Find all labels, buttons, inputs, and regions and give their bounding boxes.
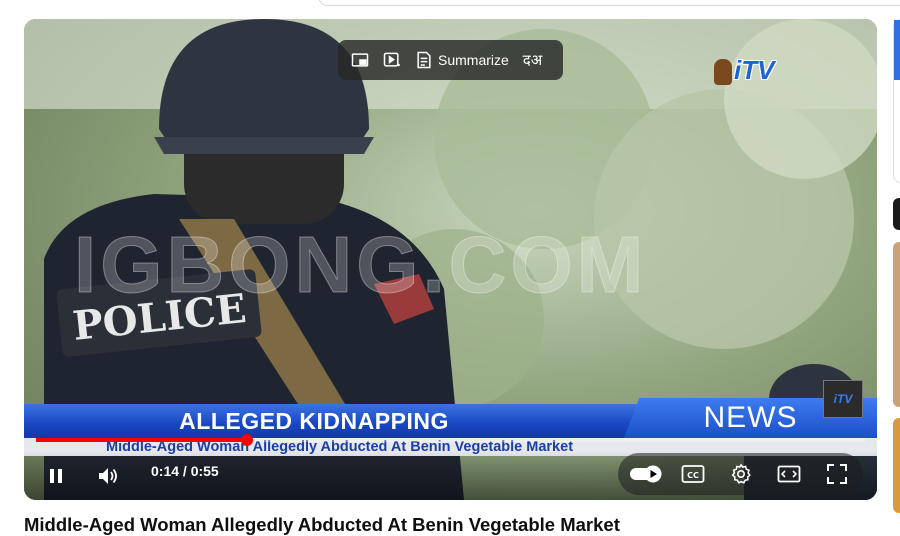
- settings-button[interactable]: [724, 457, 758, 491]
- video-title: Middle-Aged Woman Allegedly Abducted At …: [24, 514, 620, 535]
- summarize-button[interactable]: Summarize: [414, 50, 509, 70]
- mask-logo-icon: [714, 59, 732, 86]
- captions-button[interactable]: CC: [676, 457, 710, 491]
- miniplayer-icon[interactable]: [350, 49, 370, 71]
- volume-button[interactable]: [88, 456, 128, 496]
- sidebar-chip[interactable]: [893, 198, 900, 230]
- time-display: 0:14 / 0:55: [151, 463, 219, 479]
- fullscreen-icon: [827, 464, 847, 484]
- settings-gear-icon: [731, 463, 751, 484]
- ai-video-icon[interactable]: [382, 49, 402, 71]
- sidebar-thumbnail[interactable]: [893, 418, 900, 513]
- pause-button[interactable]: [36, 456, 76, 496]
- theater-mode-button[interactable]: [772, 457, 806, 491]
- channel-logo: iTV: [714, 55, 774, 86]
- translate-icon[interactable]: दअ: [523, 49, 542, 71]
- captions-icon: CC: [681, 465, 705, 483]
- video-player[interactable]: POLICE IGBONG.COM iTV Summarize दअ ALLEG…: [24, 19, 877, 500]
- progress-bar[interactable]: [36, 434, 865, 446]
- channel-bug-icon: iTV: [823, 380, 863, 418]
- news-headline: ALLEGED KIDNAPPING: [179, 407, 449, 434]
- summarize-icon: [417, 51, 431, 69]
- video-overlay-actions: Summarize दअ: [338, 40, 563, 80]
- summarize-label: Summarize: [438, 52, 509, 68]
- search-bar-edge: [318, 0, 900, 6]
- sidebar-thumbnail[interactable]: [893, 242, 900, 407]
- sidebar-card-accent: [894, 20, 900, 80]
- autoplay-toggle-icon: [630, 465, 662, 483]
- progress-scrubber[interactable]: [240, 434, 253, 446]
- video-watermark: IGBONG.COM: [73, 220, 648, 310]
- fullscreen-button[interactable]: [820, 457, 854, 491]
- theater-mode-icon: [777, 465, 801, 483]
- autoplay-toggle[interactable]: [624, 457, 668, 491]
- pause-icon: [50, 469, 62, 483]
- news-lower-third: ALLEGED KIDNAPPING NEWS: [24, 398, 877, 438]
- channel-logo-text: iTV: [734, 55, 775, 85]
- svg-text:CC: CC: [687, 471, 699, 480]
- sidebar-card[interactable]: [893, 19, 900, 183]
- player-controls: 0:14 / 0:55 CC: [24, 451, 877, 500]
- volume-icon: [99, 468, 117, 484]
- progress-played: [36, 438, 247, 442]
